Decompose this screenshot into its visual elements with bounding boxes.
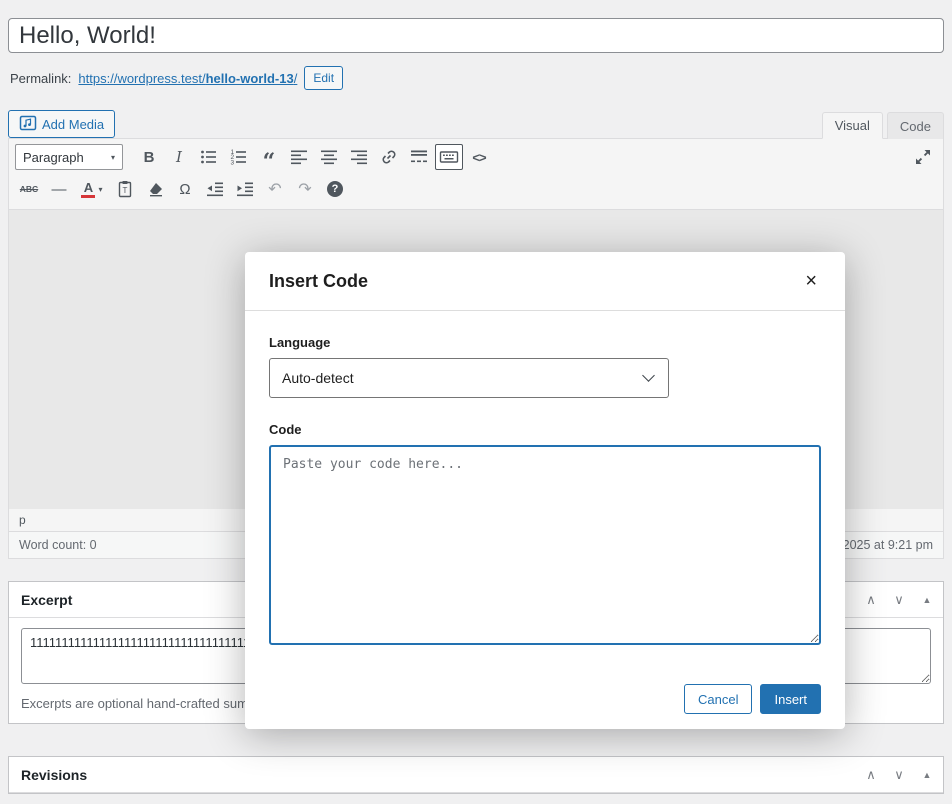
help-icon: ?	[327, 181, 343, 197]
redo-icon: ↷	[298, 179, 311, 199]
edit-permalink-button[interactable]: Edit	[304, 66, 343, 90]
undo-icon: ↶	[268, 179, 281, 199]
panel-handle-actions: ∧ ∨ ▲	[857, 585, 941, 615]
toolbar-toggle-button[interactable]	[435, 144, 463, 170]
indent-button[interactable]	[231, 176, 259, 202]
blockquote-button[interactable]: “	[255, 144, 283, 170]
numbered-list-icon: 123	[229, 147, 249, 167]
align-right-button[interactable]	[345, 144, 373, 170]
fullscreen-icon	[913, 147, 933, 167]
code-field: Code	[269, 422, 821, 648]
keyboard-icon	[439, 147, 459, 167]
code-label: Code	[269, 422, 821, 437]
move-down-button[interactable]: ∨	[885, 585, 913, 615]
modal-header: Insert Code ×	[245, 252, 845, 311]
permalink: Permalink: https://wordpress.test/hello-…	[10, 66, 942, 90]
language-label: Language	[269, 335, 821, 350]
align-right-icon	[349, 147, 369, 167]
toggle-panel-button[interactable]: ▲	[913, 760, 941, 790]
special-character-button[interactable]: Ω	[171, 176, 199, 202]
panel-handle-actions: ∧ ∨ ▲	[857, 760, 941, 790]
outdent-icon	[205, 179, 225, 199]
modal-body: Language Auto-detect Code	[245, 311, 845, 648]
code-textarea[interactable]	[269, 445, 821, 645]
permalink-label: Permalink:	[10, 71, 71, 86]
blockquote-icon: “	[263, 147, 276, 167]
link-icon	[379, 147, 399, 167]
post-title-input[interactable]	[8, 18, 944, 53]
revisions-panel: Revisions ∧ ∨ ▲	[8, 756, 944, 794]
link-button[interactable]	[375, 144, 403, 170]
insert-button[interactable]: Insert	[760, 684, 821, 714]
code-icon: <>	[472, 150, 485, 165]
paragraph-format-select[interactable]: Paragraph ▾	[15, 144, 123, 170]
language-select-wrap: Auto-detect	[269, 358, 669, 398]
permalink-link[interactable]: https://wordpress.test/hello-world-13/	[78, 71, 297, 86]
word-count: Word count: 0	[19, 538, 97, 552]
caret-down-icon: ▾	[98, 185, 102, 194]
outdent-button[interactable]	[201, 176, 229, 202]
text-color-swatch	[81, 195, 95, 198]
align-left-icon	[289, 147, 309, 167]
tab-visual[interactable]: Visual	[822, 112, 883, 139]
paste-as-text-icon: T	[115, 179, 135, 199]
horizontal-rule-button[interactable]: —	[45, 176, 73, 202]
modal-title: Insert Code	[269, 271, 368, 292]
editor-toolbar-primary: Paragraph ▾ B I 123 “	[9, 139, 943, 174]
undo-button[interactable]: ↶	[261, 176, 289, 202]
bulleted-list-button[interactable]	[195, 144, 223, 170]
bulleted-list-icon	[199, 147, 219, 167]
align-left-button[interactable]	[285, 144, 313, 170]
last-edited-text: 2025 at 9:21 pm	[843, 538, 933, 552]
clear-formatting-button[interactable]	[141, 176, 169, 202]
close-icon[interactable]: ×	[801, 269, 821, 293]
help-button[interactable]: ?	[321, 176, 349, 202]
bold-icon: B	[144, 149, 155, 166]
cancel-button[interactable]: Cancel	[684, 684, 752, 714]
strikethrough-icon: ABC	[20, 184, 38, 194]
text-color-button[interactable]: A ▾	[75, 176, 109, 202]
italic-button[interactable]: I	[165, 144, 193, 170]
move-up-button[interactable]: ∧	[857, 760, 885, 790]
editor-mode-tabs: Visual Code	[818, 112, 944, 138]
revisions-panel-header[interactable]: Revisions ∧ ∨ ▲	[9, 757, 943, 793]
modal-footer: Cancel Insert	[245, 648, 845, 729]
fullscreen-button[interactable]	[909, 144, 937, 170]
italic-icon: I	[176, 148, 182, 166]
text-color-icon: A	[81, 181, 95, 198]
align-center-button[interactable]	[315, 144, 343, 170]
strikethrough-button[interactable]: ABC	[15, 176, 43, 202]
element-path[interactable]: p	[19, 513, 26, 527]
caret-down-icon: ▾	[111, 153, 115, 162]
redo-button[interactable]: ↷	[291, 176, 319, 202]
horizontal-rule-icon: —	[52, 181, 67, 198]
move-up-button[interactable]: ∧	[857, 585, 885, 615]
paste-as-text-button[interactable]: T	[111, 176, 139, 202]
editor-header: Add Media Visual Code	[8, 110, 944, 138]
eraser-icon	[145, 179, 165, 199]
code-button[interactable]: <>	[465, 144, 493, 170]
bold-button[interactable]: B	[135, 144, 163, 170]
add-media-button[interactable]: Add Media	[8, 110, 115, 138]
align-center-icon	[319, 147, 339, 167]
add-media-icon	[19, 114, 37, 135]
svg-text:3: 3	[231, 159, 235, 166]
toggle-panel-button[interactable]: ▲	[913, 585, 941, 615]
omega-icon: Ω	[179, 181, 190, 198]
move-down-button[interactable]: ∨	[885, 760, 913, 790]
numbered-list-button[interactable]: 123	[225, 144, 253, 170]
language-select[interactable]: Auto-detect	[269, 358, 669, 398]
excerpt-panel-title: Excerpt	[21, 592, 72, 608]
read-more-icon	[409, 147, 429, 167]
revisions-panel-title: Revisions	[21, 767, 87, 783]
svg-text:T: T	[123, 186, 128, 195]
insert-code-modal: Insert Code × Language Auto-detect Code …	[245, 252, 845, 729]
tab-code[interactable]: Code	[887, 112, 944, 139]
read-more-button[interactable]	[405, 144, 433, 170]
editor-toolbar-secondary: ABC — A ▾ T Ω ↶ ↷	[9, 174, 943, 209]
indent-icon	[235, 179, 255, 199]
